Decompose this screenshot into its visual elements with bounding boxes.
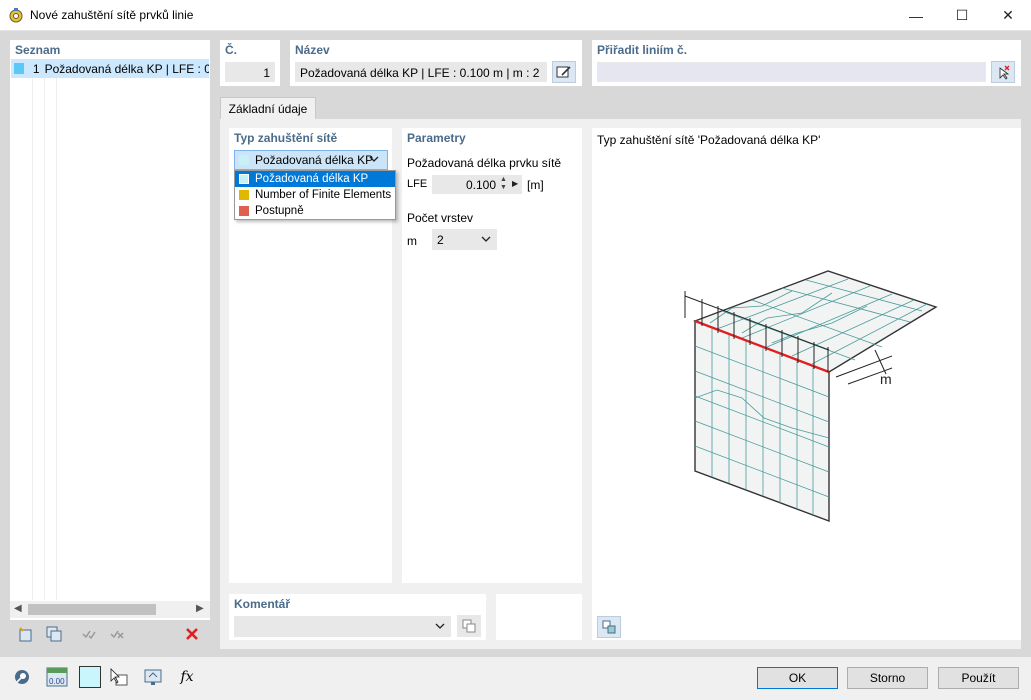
svg-text:0.00: 0.00 (49, 677, 65, 686)
preview-panel: Typ zahuštění sítě 'Požadovaná délka KP' (592, 128, 1021, 640)
list-divider (56, 78, 57, 600)
layers-select[interactable]: 2 (432, 229, 497, 250)
delete-icon[interactable] (180, 623, 204, 645)
ok-button[interactable]: OK (757, 667, 838, 689)
number-heading: Č. (225, 43, 237, 57)
scroll-right-icon[interactable]: ▶ (196, 603, 204, 614)
mesh-type-panel: Typ zahuštění sítě Požadovaná délka KP P… (229, 128, 396, 583)
assign-lines-input[interactable] (597, 62, 986, 82)
chevron-down-icon (481, 233, 491, 248)
pick-cursor-icon (999, 65, 1010, 80)
chevron-down-icon (369, 153, 379, 168)
lfe-symbol: LFE (407, 178, 428, 190)
comment-input[interactable] (234, 616, 451, 637)
expand-right-icon[interactable]: ▶ (512, 179, 518, 188)
units-icon[interactable]: 0.00 (45, 666, 69, 688)
check-all-icon[interactable] (77, 623, 101, 645)
copy-item-icon[interactable] (42, 623, 66, 645)
comment-panel: Komentář (229, 594, 486, 640)
list-item[interactable]: 1 Požadovaná délka KP | LFE : 0.10 (11, 59, 209, 78)
cursor-table-icon[interactable] (106, 666, 130, 688)
close-window-button[interactable]: ✕ (985, 0, 1031, 31)
mesh-geometry (693, 270, 938, 523)
mesh-type-option[interactable]: Number of Finite Elements (235, 187, 395, 203)
cancel-button[interactable]: Storno (847, 667, 928, 689)
scrollbar-thumb[interactable] (28, 604, 156, 615)
name-heading: Název (295, 43, 330, 57)
layers-value: 2 (437, 232, 444, 247)
m-symbol: m (407, 234, 417, 248)
number-panel: Č. 1 (220, 40, 280, 86)
apply-button[interactable]: Použít (938, 667, 1019, 689)
number-field: 1 (225, 62, 275, 82)
comment-copy-button[interactable] (457, 615, 481, 637)
mesh-type-select[interactable]: Požadovaná délka KP (234, 150, 388, 170)
dimension-label: m (880, 371, 892, 387)
option-swatch (239, 206, 249, 216)
mesh-type-heading: Typ zahuštění sítě (234, 131, 338, 145)
name-panel: Název Požadovaná délka KP | LFE : 0.100 … (290, 40, 582, 86)
list-panel: Seznam 1 Požadovaná délka KP | LFE : 0.1… (10, 40, 210, 620)
option-label: Postupně (255, 205, 304, 217)
tab-basic-data[interactable]: Základní údaje (220, 97, 316, 119)
assign-panel: Přiřadit liniím č. (592, 40, 1021, 86)
assign-heading: Přiřadit liniím č. (597, 43, 688, 57)
option-swatch (239, 174, 249, 184)
cancel-label: Storno (869, 671, 906, 685)
apply-label: Použít (961, 671, 996, 685)
name-field: Požadovaná délka KP | LFE : 0.100 m | m … (295, 62, 547, 82)
mesh-type-dropdown: Požadovaná délka KP Number of Finite Ele… (234, 170, 396, 220)
pick-lines-button[interactable] (991, 61, 1015, 83)
view-icon[interactable] (141, 666, 165, 688)
layers-label: Počet vrstev (407, 211, 474, 225)
swap-view-button[interactable] (597, 616, 621, 638)
title-bar: Nové zahuštění sítě prvků linie — ☐ ✕ (0, 0, 1031, 31)
option-label: Number of Finite Elements (255, 189, 392, 201)
list-divider (44, 78, 45, 600)
ok-label: OK (788, 671, 807, 685)
option-label: Požadovaná délka KP (255, 173, 369, 185)
list-scrollbar[interactable]: ◀ ▶ (10, 601, 210, 618)
tab-label: Základní údaje (228, 101, 308, 116)
edit-name-button[interactable] (552, 61, 576, 83)
list-heading: Seznam (15, 43, 61, 57)
new-item-icon[interactable] (14, 623, 38, 645)
uncheck-all-icon[interactable] (105, 623, 129, 645)
mesh-type-swatch (239, 155, 249, 165)
spin-arrows-icon[interactable]: ▲ ▼ (500, 176, 510, 193)
edit-icon (556, 66, 571, 78)
lfe-unit: [m] (527, 178, 544, 192)
maximize-button[interactable]: ☐ (939, 0, 985, 31)
parameters-panel: Parametry Požadovaná délka prvku sítě LF… (402, 128, 582, 583)
color-icon[interactable] (78, 665, 102, 689)
mesh-type-option[interactable]: Požadovaná délka KP (235, 171, 395, 187)
comment-heading: Komentář (234, 597, 291, 611)
search-icon[interactable] (10, 666, 34, 688)
mesh-type-option[interactable]: Postupně (235, 203, 395, 219)
copy-icon (462, 619, 476, 633)
option-swatch (239, 190, 249, 200)
swap-view-icon (602, 620, 616, 634)
window-title: Nové zahuštění sítě prvků linie (30, 8, 194, 22)
minimize-button[interactable]: — (893, 0, 939, 31)
parameters-heading: Parametry (407, 131, 466, 145)
comment-extra-panel (496, 594, 582, 640)
list-item-number: 1 (32, 61, 40, 76)
chevron-down-icon (435, 620, 445, 635)
list-item-label: Požadovaná délka KP | LFE : 0.10 (44, 61, 209, 76)
list-toolbar (10, 622, 210, 646)
length-label: Požadovaná délka prvku sítě (407, 156, 562, 170)
list-item-color (14, 63, 24, 74)
list-divider (32, 78, 33, 600)
bottom-toolbar: 0.00 f𝑥 OK Storno Použít (0, 657, 1031, 700)
mesh-type-selected: Požadovaná délka KP (255, 153, 374, 167)
mesh-preview-diagram: m (684, 270, 938, 523)
scroll-left-icon[interactable]: ◀ (14, 603, 22, 614)
formula-icon[interactable]: f𝑥 (175, 666, 199, 688)
lfe-value: 0.100 (465, 177, 496, 192)
app-icon (8, 7, 24, 23)
